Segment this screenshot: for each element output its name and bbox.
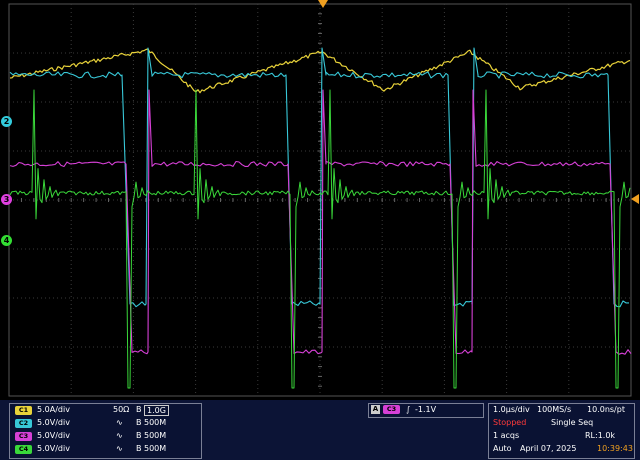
ch4-bw-limit: 500M bbox=[144, 444, 167, 453]
clock: 10:39:43 bbox=[597, 444, 633, 453]
ch2-scale: 5.0V/div bbox=[37, 418, 70, 427]
resolution: 10.0ns/pt bbox=[587, 405, 625, 414]
graticule bbox=[8, 3, 632, 397]
ch2-badge[interactable]: C2 bbox=[15, 419, 32, 428]
ch3-bw-limit: 500M bbox=[144, 431, 167, 440]
ch4-marker[interactable]: 4 bbox=[1, 235, 12, 246]
ch4-bw-icon: B bbox=[136, 444, 142, 453]
trigger-mode-badge[interactable]: A bbox=[371, 405, 380, 414]
sample-rate: 100MS/s bbox=[537, 405, 572, 414]
scope-display[interactable]: 2 3 4 bbox=[0, 0, 640, 400]
acquisition-status: Stopped bbox=[493, 418, 527, 427]
ch1-coupling: 50Ω bbox=[113, 405, 130, 414]
ch1-scale: 5.0A/div bbox=[37, 405, 70, 414]
ch2-trace bbox=[9, 47, 629, 308]
waveform-area[interactable] bbox=[0, 0, 640, 400]
ch1-bw-icon: B bbox=[136, 405, 142, 414]
status-bar: C1 5.0A/div 50Ω B 1.0G C2 5.0V/div ∿ B 5… bbox=[0, 400, 640, 460]
channel-readout-panel[interactable]: C1 5.0A/div 50Ω B 1.0G C2 5.0V/div ∿ B 5… bbox=[9, 403, 202, 459]
ch4-scale: 5.0V/div bbox=[37, 444, 70, 453]
ch2-bw-icon: B bbox=[136, 418, 142, 427]
trigger-position-icon[interactable] bbox=[318, 0, 328, 8]
record-length: RL:1.0k bbox=[585, 431, 616, 440]
time-per-div: 1.0µs/div bbox=[493, 405, 530, 414]
sequence-mode: Single Seq bbox=[551, 418, 594, 427]
trigger-readout-panel[interactable]: A C3 ∫ -1.1V bbox=[368, 403, 484, 418]
date: April 07, 2025 bbox=[520, 444, 577, 453]
ch4-badge[interactable]: C4 bbox=[15, 445, 32, 454]
ch3-badge[interactable]: C3 bbox=[15, 432, 32, 441]
trigger-level-icon[interactable] bbox=[631, 194, 639, 204]
ch1-badge[interactable]: C1 bbox=[15, 406, 32, 415]
ch4-coupling: ∿ bbox=[116, 444, 123, 453]
ch2-bw-limit: 500M bbox=[144, 418, 167, 427]
ch3-scale: 5.0V/div bbox=[37, 431, 70, 440]
ch2-coupling: ∿ bbox=[116, 418, 123, 427]
timebase-readout-panel[interactable]: 1.0µs/div 100MS/s 10.0ns/pt Stopped Sing… bbox=[488, 403, 635, 459]
trigger-source-badge[interactable]: C3 bbox=[383, 405, 400, 414]
ch3-bw-icon: B bbox=[136, 431, 142, 440]
ch2-marker[interactable]: 2 bbox=[1, 116, 12, 127]
acquisition-count: 1 acqs bbox=[493, 431, 520, 440]
ch1-bw-limit: 1.0G bbox=[144, 405, 169, 416]
ch3-coupling: ∿ bbox=[116, 431, 123, 440]
trigger-mode: Auto bbox=[493, 444, 512, 453]
ch1-trace bbox=[9, 48, 631, 94]
trigger-slope-icon: ∫ bbox=[406, 405, 411, 414]
ch3-marker[interactable]: 3 bbox=[1, 194, 12, 205]
trigger-level: -1.1V bbox=[415, 405, 437, 414]
